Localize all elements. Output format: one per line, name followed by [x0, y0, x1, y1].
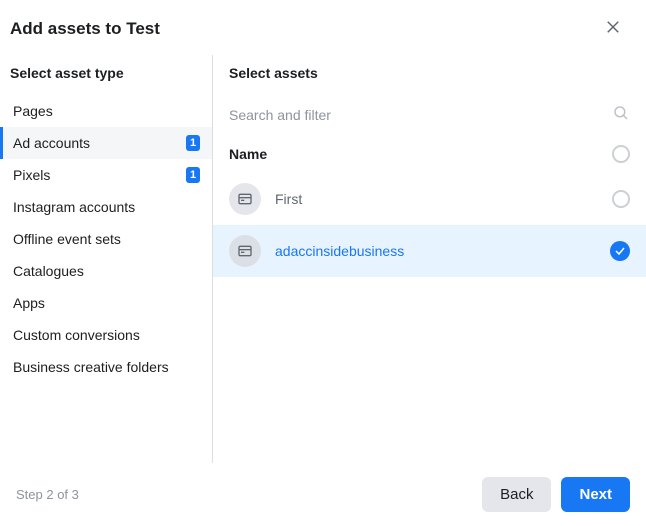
asset-type-item[interactable]: Custom conversions	[0, 319, 212, 351]
asset-type-list: Pages Ad accounts 1 Pixels 1 Instagram accoun…	[0, 95, 212, 383]
asset-row[interactable]: First	[213, 173, 646, 225]
asset-type-label: Pages	[13, 103, 53, 119]
assets-list: First adaccinsidebusiness	[213, 173, 646, 277]
select-radio[interactable]	[612, 190, 630, 208]
back-button[interactable]: Back	[482, 477, 551, 512]
right-panel: Select assets Name First adaccinsidebusin…	[213, 55, 646, 463]
select-asset-type-title: Select asset type	[0, 55, 212, 95]
close-button[interactable]	[600, 14, 626, 43]
asset-row[interactable]: adaccinsidebusiness	[213, 225, 646, 277]
search-icon	[612, 104, 630, 127]
next-button[interactable]: Next	[561, 477, 630, 512]
column-name-header: Name	[229, 146, 267, 162]
asset-type-item[interactable]: Apps	[0, 287, 212, 319]
selected-check-icon	[610, 241, 630, 261]
close-icon	[604, 18, 622, 39]
select-assets-title: Select assets	[213, 55, 646, 95]
dialog-body: Select asset type PagesAd accounts1Pixel…	[0, 49, 646, 463]
asset-label: First	[275, 191, 612, 207]
count-badge: 1	[186, 135, 200, 151]
asset-type-label: Catalogues	[13, 263, 84, 279]
count-badge: 1	[186, 167, 200, 183]
ad-account-icon	[229, 183, 261, 215]
search-row	[213, 95, 646, 135]
asset-label: adaccinsidebusiness	[275, 243, 610, 259]
asset-type-item[interactable]: Catalogues	[0, 255, 212, 287]
step-indicator: Step 2 of 3	[16, 487, 79, 502]
asset-type-label: Offline event sets	[13, 231, 121, 247]
asset-type-label: Ad accounts	[13, 135, 90, 151]
asset-type-label: Instagram accounts	[13, 199, 135, 215]
search-input[interactable]	[229, 101, 612, 129]
asset-type-label: Custom conversions	[13, 327, 140, 343]
footer-buttons: Back Next	[482, 477, 630, 512]
dialog-footer: Step 2 of 3 Back Next	[0, 463, 646, 526]
asset-type-label: Apps	[13, 295, 45, 311]
asset-type-item[interactable]: Offline event sets	[0, 223, 212, 255]
asset-type-label: Pixels	[13, 167, 50, 183]
add-assets-dialog: Add assets to Test Select asset type Pag…	[0, 0, 646, 526]
asset-type-item[interactable]: Instagram accounts	[0, 191, 212, 223]
asset-type-item[interactable]: Ad accounts 1	[0, 127, 212, 159]
asset-type-item[interactable]: Pages	[0, 95, 212, 127]
ad-account-icon	[229, 235, 261, 267]
asset-type-item[interactable]: Pixels 1	[0, 159, 212, 191]
select-all-radio[interactable]	[612, 145, 630, 163]
left-panel: Select asset type PagesAd accounts1Pixel…	[0, 55, 213, 463]
assets-list-header[interactable]: Name	[213, 135, 646, 173]
asset-type-label: Business creative folders	[13, 359, 169, 375]
dialog-header: Add assets to Test	[0, 0, 646, 49]
dialog-title: Add assets to Test	[10, 19, 160, 39]
asset-type-item[interactable]: Business creative folders	[0, 351, 212, 383]
